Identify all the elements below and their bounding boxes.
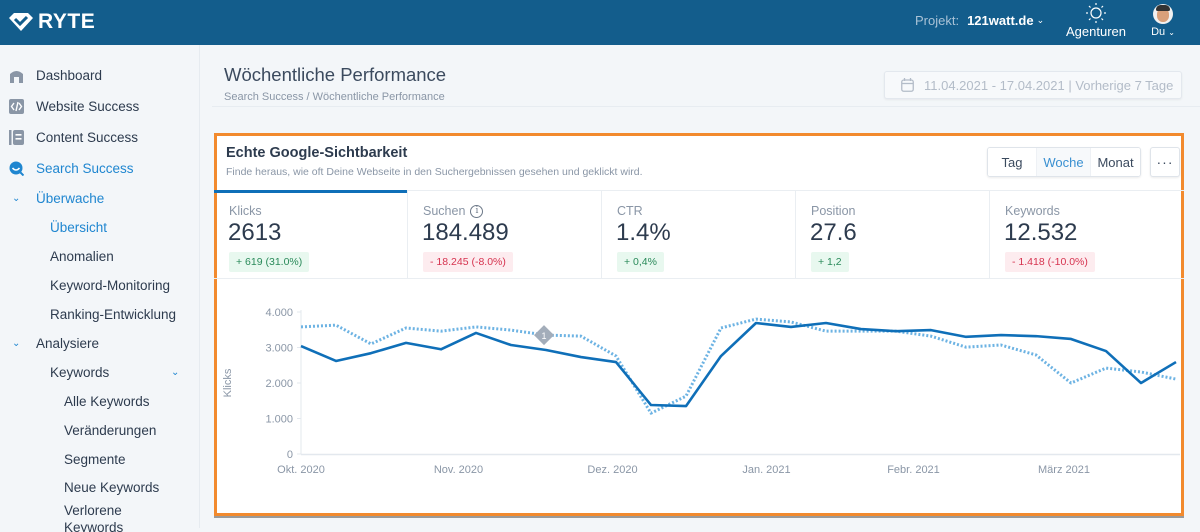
sidebar-item-neue-keywords[interactable]: Neue Keywords: [0, 473, 200, 501]
x-tick-label: Dez. 2020: [587, 464, 637, 476]
avatar: [1153, 4, 1173, 24]
granularity-woche-button[interactable]: Woche: [1036, 148, 1090, 176]
agencies-label: Agenturen: [1066, 24, 1126, 39]
y-axis-label: Klicks: [222, 368, 234, 397]
card-subtitle: Finde heraus, wie oft Deine Webseite in …: [226, 166, 643, 178]
metric-label: Position: [811, 204, 855, 218]
metric-tab-keywords[interactable]: Keywords 12.532 - 1.418 (-10.0%): [990, 191, 1184, 279]
info-icon[interactable]: i: [470, 205, 483, 218]
sidebar-item-website-success[interactable]: Website Success: [0, 92, 200, 120]
granularity-monat-button[interactable]: Monat: [1090, 148, 1140, 176]
x-tick-label: Okt. 2020: [277, 464, 325, 476]
metric-tab-position[interactable]: Position 27.6 + 1,2: [796, 191, 990, 279]
sidebar: Dashboard Website Success Content Succes…: [0, 45, 200, 528]
chevron-down-icon: ⌄: [1037, 15, 1045, 26]
home-icon: [9, 68, 24, 83]
sidebar-item-analysiere[interactable]: ⌄ Analysiere: [0, 329, 200, 357]
page-title: Wöchentliche Performance: [224, 64, 446, 86]
metric-value: 1.4%: [616, 219, 671, 247]
sidebar-item-veraenderungen[interactable]: Veränderungen: [0, 416, 200, 444]
sidebar-item-ueberwache[interactable]: ⌄ Überwache: [0, 184, 200, 212]
y-tick-label: 2.000: [265, 378, 293, 390]
metric-value: 184.489: [422, 219, 509, 247]
divider: [212, 106, 1200, 107]
sidebar-item-alle-keywords[interactable]: Alle Keywords: [0, 387, 200, 415]
logo-text: RYTE: [38, 10, 95, 34]
metric-delta-badge: + 1,2: [811, 252, 849, 272]
metric-value: 2613: [228, 219, 281, 247]
metric-delta-badge: + 619 (31.0%): [229, 252, 309, 272]
sidebar-item-content-success[interactable]: Content Success: [0, 123, 200, 151]
metric-label: Klicks: [229, 204, 262, 218]
metric-value: 27.6: [810, 219, 857, 247]
series-line-previous: [301, 319, 1176, 413]
user-label: Du: [1151, 26, 1165, 38]
y-tick-label: 0: [287, 449, 293, 461]
calendar-icon: [901, 78, 914, 92]
sidebar-item-uebersicht[interactable]: Übersicht: [0, 213, 200, 241]
sidebar-item-segmente[interactable]: Segmente: [0, 445, 200, 473]
x-tick-label: März 2021: [1038, 464, 1090, 476]
metric-delta-badge: + 0,4%: [617, 252, 664, 272]
metric-label: CTR: [617, 204, 643, 218]
chevron-down-icon: ⌄: [12, 338, 20, 349]
y-tick-label: 4.000: [265, 307, 293, 319]
sidebar-item-keyword-monitoring[interactable]: Keyword-Monitoring: [0, 271, 200, 299]
metric-label: Keywords: [1005, 204, 1060, 218]
sun-icon: [1063, 2, 1129, 24]
granularity-tag-button[interactable]: Tag: [988, 148, 1036, 176]
diamond-check-icon: [8, 12, 34, 32]
sidebar-item-ranking-entwicklung[interactable]: Ranking-Entwicklung: [0, 300, 200, 328]
metric-tab-klicks[interactable]: Klicks 2613 + 619 (31.0%): [214, 191, 408, 279]
annotation-label: 1: [541, 331, 546, 341]
more-icon: ···: [1157, 154, 1174, 170]
project-value: 121watt.de: [967, 13, 1033, 28]
sidebar-item-dashboard[interactable]: Dashboard: [0, 61, 200, 89]
chevron-down-icon: ⌄: [12, 193, 20, 204]
x-tick-label: Jan. 2021: [742, 464, 790, 476]
metric-value: 12.532: [1004, 219, 1077, 247]
x-tick-label: Febr. 2021: [887, 464, 940, 476]
metric-delta-badge: - 1.418 (-10.0%): [1005, 252, 1095, 272]
project-selector[interactable]: Projekt: 121watt.de ⌄: [915, 13, 1044, 28]
metric-tab-suchen[interactable]: Sucheni 184.489 - 18.245 (-8.0%): [408, 191, 602, 279]
metric-tab-ctr[interactable]: CTR 1.4% + 0,4%: [602, 191, 796, 279]
project-label: Projekt:: [915, 13, 959, 28]
code-icon: [9, 99, 24, 114]
y-tick-label: 1.000: [265, 414, 293, 426]
visibility-card: Echte Google-Sichtbarkeit Finde heraus, …: [214, 133, 1184, 516]
search-icon: [9, 161, 24, 176]
sidebar-item-anomalien[interactable]: Anomalien: [0, 242, 200, 270]
date-range-picker[interactable]: 11.04.2021 - 17.04.2021 | Vorherige 7 Ta…: [884, 71, 1182, 99]
more-options-button[interactable]: ···: [1150, 147, 1180, 177]
sidebar-item-keywords[interactable]: Keywords ⌄: [0, 358, 200, 386]
main-content: Wöchentliche Performance Search Success …: [200, 45, 1200, 528]
metric-label: Suchen: [423, 204, 465, 218]
user-menu[interactable]: Du ⌄: [1148, 4, 1178, 38]
sidebar-item-search-success[interactable]: Search Success: [0, 154, 200, 182]
clicks-chart: 0 1.000 2.000 3.000 4.000 Klicks Okt. 2020 Nov.…: [214, 286, 1184, 516]
document-icon: [9, 130, 24, 145]
granularity-toggle: Tag Woche Monat: [987, 147, 1141, 177]
chevron-down-icon: ⌄: [1168, 28, 1175, 37]
clicks-line-chart: 0 1.000 2.000 3.000 4.000 Klicks Okt. 2020 Nov.…: [214, 286, 1184, 516]
agencies-button[interactable]: Agenturen: [1063, 2, 1129, 39]
date-range-text: 11.04.2021 - 17.04.2021 | Vorherige 7 Ta…: [924, 78, 1173, 93]
chevron-down-icon: ⌄: [171, 367, 179, 378]
card-title: Echte Google-Sichtbarkeit: [226, 145, 407, 161]
metric-tabs: Klicks 2613 + 619 (31.0%) Sucheni 184.48…: [214, 190, 1184, 279]
metric-delta-badge: - 18.245 (-8.0%): [423, 252, 513, 272]
top-bar: RYTE Projekt: 121watt.de ⌄ Agenturen Du …: [0, 0, 1200, 45]
y-tick-label: 3.000: [265, 343, 293, 355]
x-tick-label: Nov. 2020: [434, 464, 483, 476]
series-line-current: [301, 323, 1176, 406]
ryte-logo[interactable]: RYTE: [8, 10, 95, 34]
breadcrumb[interactable]: Search Success / Wöchentliche Performanc…: [224, 91, 445, 103]
